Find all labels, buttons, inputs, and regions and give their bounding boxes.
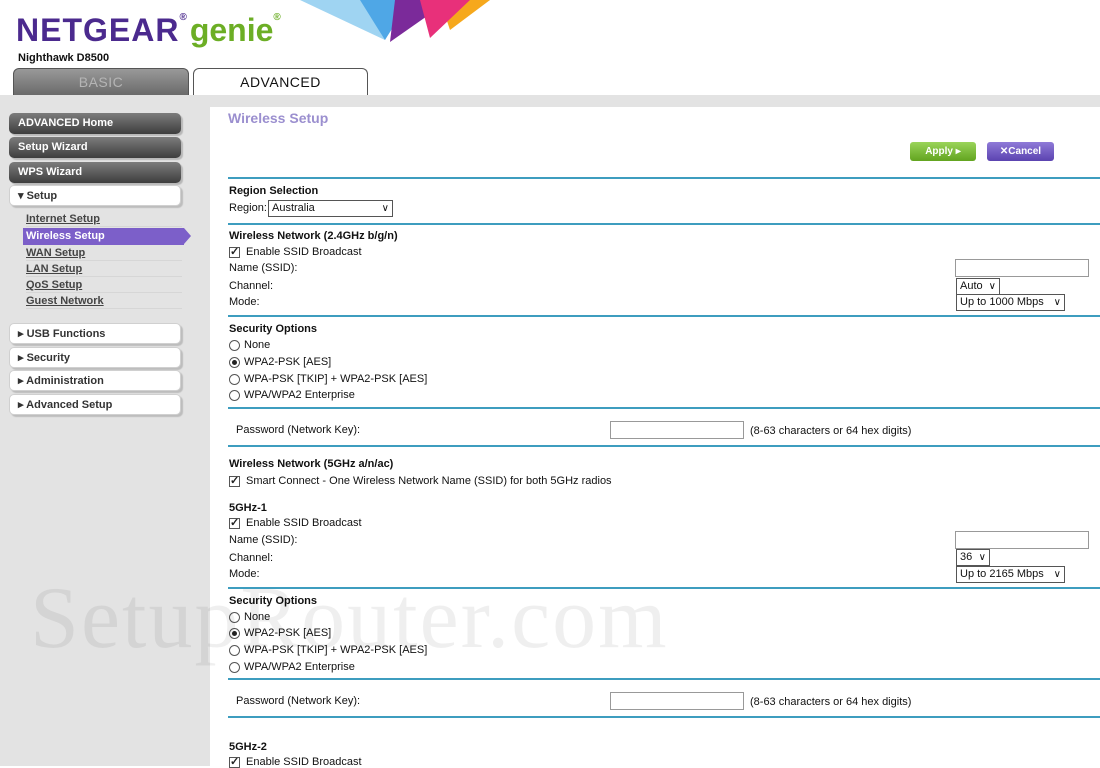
divider (228, 315, 1100, 317)
radio1-name-label: Name (SSID): (229, 534, 298, 546)
nav-section-administration[interactable]: ▸ Administration (9, 370, 181, 391)
logo-reg: ® (179, 12, 188, 23)
net24-channel-value: Auto (960, 280, 983, 292)
region-heading: Region Selection (229, 185, 319, 197)
net24-mode-select[interactable]: Up to 1000 Mbps ∨ (956, 294, 1065, 311)
ssid-broadcast-label: Enable SSID Broadcast (246, 517, 362, 529)
cancel-button[interactable]: ✕Cancel (987, 142, 1054, 161)
net24-name-label: Name (SSID): (229, 262, 298, 274)
option-label: WPA2-PSK [AES] (244, 356, 332, 368)
ssid-broadcast-label: Enable SSID Broadcast (246, 756, 362, 768)
logo-product: genie (189, 12, 274, 48)
ssid-broadcast-checkbox[interactable] (229, 245, 240, 258)
nav-setup-wizard[interactable]: Setup Wizard (9, 137, 181, 158)
radio1-mode-value: Up to 2165 Mbps (960, 568, 1044, 580)
sidebar-item-qos-setup[interactable]: QoS Setup (26, 278, 182, 293)
header-decoration-icon (300, 0, 490, 42)
apply-button[interactable]: Apply ▸ (910, 142, 976, 161)
divider (228, 445, 1100, 447)
divider (228, 678, 1100, 680)
chevron-down-icon: ∨ (1053, 569, 1061, 580)
logo-reg-2: ® (273, 12, 282, 23)
smart-connect-label: Smart Connect - One Wireless Network Nam… (246, 475, 612, 487)
radio1-mode-select[interactable]: Up to 2165 Mbps ∨ (956, 566, 1065, 583)
nav-section-setup[interactable]: ▾ Setup (9, 185, 181, 206)
net24-channel-label: Channel: (229, 280, 274, 292)
smart-connect-checkbox[interactable] (229, 474, 240, 487)
router-model: Nighthawk D8500 (18, 52, 110, 64)
tab-basic[interactable]: BASIC (13, 68, 189, 95)
option-label: WPA-PSK [TKIP] + WPA2-PSK [AES] (244, 373, 428, 385)
net24-security-heading: Security Options (229, 323, 318, 335)
net24-password-label: Password (Network Key): (236, 424, 361, 436)
radio1-password-input[interactable] (610, 692, 744, 710)
sidebar-item-internet-setup[interactable]: Internet Setup (26, 212, 182, 227)
net24-password-hint: (8-63 characters or 64 hex digits) (750, 425, 912, 437)
radio1-channel-label: Channel: (229, 552, 274, 564)
sidebar-item-guest-network[interactable]: Guest Network (26, 294, 182, 309)
smart-connect-row[interactable]: Smart Connect - One Wireless Network Nam… (229, 474, 612, 487)
region-select[interactable]: Australia ∨ (268, 200, 393, 217)
net24-ssid-broadcast[interactable]: Enable SSID Broadcast (229, 245, 362, 258)
net24-heading: Wireless Network (2.4GHz b/g/n) (229, 230, 398, 242)
radio-button[interactable] (229, 339, 240, 351)
option-label: WPA/WPA2 Enterprise (244, 389, 355, 401)
nav-advanced-home[interactable]: ADVANCED Home (9, 113, 181, 134)
sidebar-item-wan-setup[interactable]: WAN Setup (26, 246, 182, 261)
nav-wps-wizard[interactable]: WPS Wizard (9, 162, 181, 183)
sidebar-item-wireless-setup[interactable]: Wireless Setup (23, 228, 191, 245)
region-value: Australia (272, 202, 315, 214)
net24-option-wpa-wpa2[interactable]: WPA-PSK [TKIP] + WPA2-PSK [AES] (229, 373, 427, 385)
radio2-ssid-broadcast[interactable]: Enable SSID Broadcast (229, 755, 362, 768)
top-divider-bar (0, 95, 1100, 107)
net24-channel-select[interactable]: Auto ∨ (956, 278, 1000, 295)
divider (228, 177, 1100, 179)
radio1-password-hint: (8-63 characters or 64 hex digits) (750, 696, 912, 708)
net24-password-input[interactable] (610, 421, 744, 439)
nav-section-security[interactable]: ▸ Security (9, 347, 181, 368)
option-label: None (244, 339, 271, 351)
radio1-ssid-input[interactable] (955, 531, 1089, 549)
divider (228, 407, 1100, 409)
logo-brand: NETGEAR (16, 12, 180, 48)
radio1-ssid-broadcast[interactable]: Enable SSID Broadcast (229, 516, 362, 529)
watermark: SetupRouter.com (30, 570, 669, 667)
radio1-channel-value: 36 (960, 551, 973, 563)
radio-button[interactable] (229, 373, 240, 385)
net24-ssid-input[interactable] (955, 259, 1089, 277)
radio1-channel-select[interactable]: 36 ∨ (956, 549, 990, 566)
divider (228, 223, 1100, 225)
net5-heading: Wireless Network (5GHz a/n/ac) (229, 458, 394, 470)
ssid-broadcast-checkbox[interactable] (229, 516, 240, 529)
chevron-down-icon: ∨ (1053, 297, 1061, 308)
nav-section-advanced-setup[interactable]: ▸ Advanced Setup (9, 394, 181, 415)
ssid-broadcast-label: Enable SSID Broadcast (246, 246, 362, 258)
page-title: Wireless Setup (228, 110, 329, 126)
net24-mode-value: Up to 1000 Mbps (960, 296, 1044, 308)
radio2-heading: 5GHz-2 (229, 741, 267, 753)
sidebar-item-lan-setup[interactable]: LAN Setup (26, 262, 182, 277)
radio1-heading: 5GHz-1 (229, 502, 267, 514)
radio-button[interactable] (229, 389, 240, 401)
chevron-down-icon: ∨ (978, 552, 986, 563)
net24-mode-label: Mode: (229, 296, 260, 308)
chevron-down-icon: ∨ (988, 281, 996, 292)
netgear-logo: NETGEAR®genie® (16, 12, 282, 49)
net24-option-enterprise[interactable]: WPA/WPA2 Enterprise (229, 389, 355, 401)
net24-option-none[interactable]: None (229, 339, 270, 351)
radio-button[interactable] (229, 356, 240, 368)
region-label: Region: (229, 202, 267, 214)
chevron-down-icon: ∨ (381, 203, 389, 214)
net24-option-wpa2[interactable]: WPA2-PSK [AES] (229, 356, 331, 368)
divider (228, 716, 1100, 718)
tab-advanced[interactable]: ADVANCED (193, 68, 368, 95)
radio1-password-label: Password (Network Key): (236, 695, 361, 707)
nav-section-usb-functions[interactable]: ▸ USB Functions (9, 323, 181, 344)
